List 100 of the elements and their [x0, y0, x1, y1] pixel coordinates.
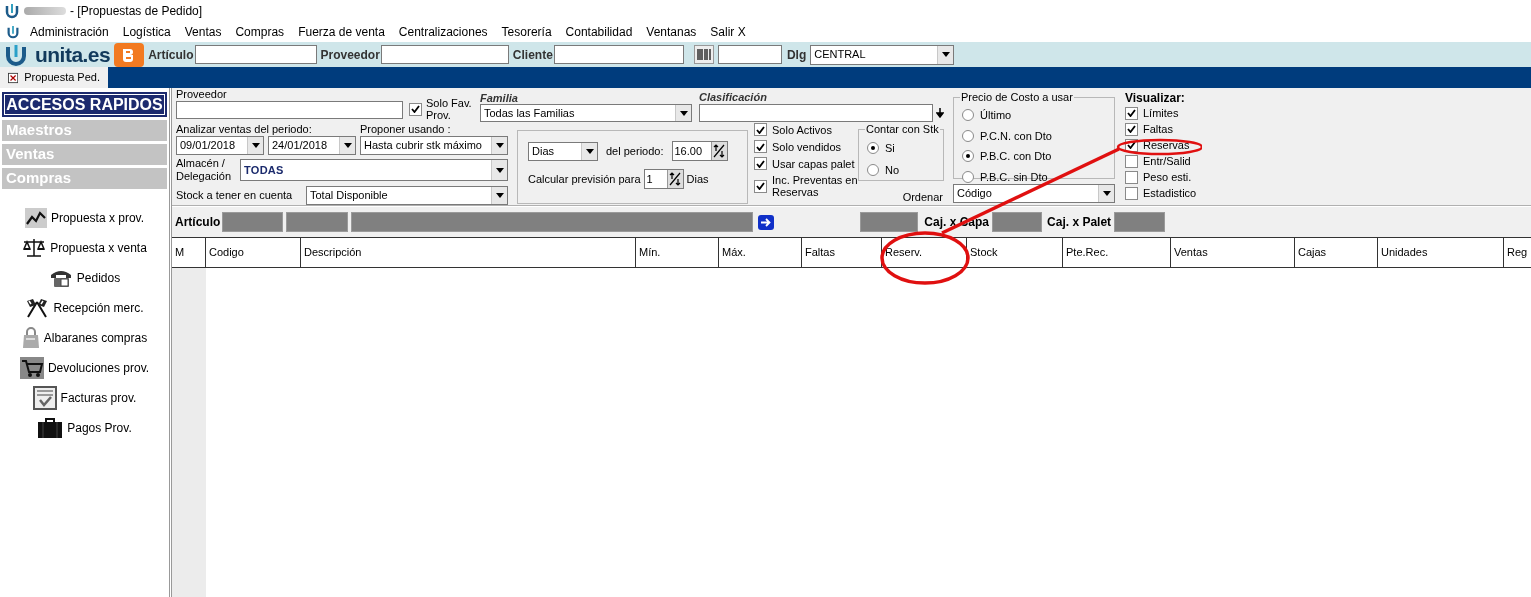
column-header[interactable]: Codigo: [206, 238, 301, 267]
column-header[interactable]: Unidades: [1378, 238, 1504, 267]
sidebar-item[interactable]: Pagos Prov.: [2, 413, 167, 443]
field-label: Clasificación: [699, 90, 768, 104]
checkbox[interactable]: [1125, 186, 1138, 200]
checkbox[interactable]: [1125, 170, 1138, 184]
input-field[interactable]: [699, 104, 933, 122]
radio-button[interactable]: [867, 142, 879, 155]
sidebar-item[interactable]: Propuesta x venta: [2, 233, 167, 263]
checkbox[interactable]: [1125, 106, 1138, 120]
menu-item[interactable]: Ventanas: [646, 23, 697, 41]
input-field[interactable]: [860, 212, 919, 232]
menu-item[interactable]: Fuerza de venta: [298, 23, 385, 41]
checkbox-label: Entr/Salid: [1143, 155, 1191, 167]
checkbox[interactable]: [754, 140, 767, 153]
menu-item[interactable]: Ventas: [184, 23, 222, 41]
spin-field[interactable]: 1: [643, 169, 684, 189]
input-field[interactable]: [553, 45, 684, 64]
radio-button[interactable]: [962, 150, 974, 163]
checkbox[interactable]: [754, 157, 767, 170]
dropdown[interactable]: Hasta cubrir stk máximo: [360, 136, 508, 155]
menu-item[interactable]: Logística: [122, 23, 171, 41]
redacted-block: [24, 7, 66, 15]
input-field[interactable]: [222, 212, 284, 232]
dropdown[interactable]: 09/01/2018: [176, 136, 264, 155]
input-field[interactable]: [286, 212, 349, 232]
column-header[interactable]: Máx.: [719, 238, 802, 267]
column-header[interactable]: Ventas: [1171, 238, 1295, 267]
field-label: Proveedor: [176, 88, 228, 101]
field-label: Dias: [686, 171, 709, 187]
dropdown[interactable]: Total Disponible: [306, 186, 508, 205]
field-label: Caj. x Palet: [1047, 214, 1112, 231]
sidebar-item[interactable]: Facturas prov.: [2, 383, 167, 413]
input-field[interactable]: [194, 45, 317, 64]
dropdown[interactable]: 24/01/2018: [268, 136, 356, 155]
column-header[interactable]: Pte.Rec.: [1063, 238, 1171, 267]
column-header[interactable]: Mín.: [636, 238, 719, 267]
menu-item[interactable]: Contabilidad: [565, 23, 633, 41]
column-header[interactable]: Descripción: [301, 238, 636, 267]
checkbox[interactable]: [754, 179, 767, 193]
field-label: del periodo:: [606, 143, 664, 159]
app-logo-icon: [6, 25, 20, 39]
input-field[interactable]: [380, 45, 509, 64]
radio-button[interactable]: [962, 109, 974, 122]
checkbox-label: Usar capas palet: [772, 157, 855, 170]
app-logo-icon: [4, 3, 20, 19]
column-header[interactable]: Stock: [967, 238, 1063, 267]
checkbox[interactable]: [1125, 154, 1138, 168]
field-label: Analizar ventas del periodo:: [176, 122, 313, 136]
checkbox[interactable]: [754, 123, 767, 136]
radio-label: No: [885, 162, 900, 178]
dropdown[interactable]: Dias: [528, 141, 598, 161]
field-label: Proveedor: [320, 46, 380, 64]
input-field[interactable]: [1114, 212, 1166, 232]
field-label: Artículo: [175, 214, 221, 231]
menu-item[interactable]: Centralizaciones: [398, 23, 488, 41]
field-label: Familia: [480, 92, 519, 104]
dropdown[interactable]: Todas las Familias: [480, 104, 692, 122]
sidebar-item[interactable]: Albaranes compras: [2, 323, 167, 353]
column-header[interactable]: Cajas: [1295, 238, 1378, 267]
arrow-right-icon[interactable]: [758, 214, 775, 230]
dropdown[interactable]: CENTRAL: [810, 44, 955, 65]
column-header[interactable]: M: [172, 238, 206, 267]
sidebar-item[interactable]: Pedidos: [2, 263, 167, 293]
radio-button[interactable]: [962, 170, 974, 183]
radio-button[interactable]: [867, 163, 879, 176]
flags-icon: [25, 298, 50, 318]
column-header[interactable]: Reserv.: [882, 238, 967, 267]
column-header[interactable]: Faltas: [802, 238, 882, 267]
input-field[interactable]: [351, 212, 754, 232]
sidebar-item[interactable]: Recepción merc.: [2, 293, 167, 323]
spin-field[interactable]: 16.00: [671, 141, 728, 161]
brand-logo: unita.es: [35, 44, 111, 65]
input-field[interactable]: [176, 101, 403, 119]
dropdown[interactable]: Código: [953, 184, 1115, 203]
column-header[interactable]: Reg: [1504, 238, 1531, 267]
down-arrow-icon[interactable]: [936, 108, 944, 118]
spin-arrows-icon: [710, 142, 727, 160]
chart-icon: [24, 208, 47, 228]
menu-item[interactable]: Administración: [30, 23, 109, 41]
radio-label: Último: [980, 108, 1012, 123]
input-field[interactable]: [992, 212, 1043, 232]
tab[interactable]: Propuesta Ped.: [0, 67, 108, 88]
radio-label: P.B.C. sin Dto: [980, 169, 1048, 185]
sidebar-title: ACCESOS RAPIDOS: [2, 92, 167, 117]
dropdown[interactable]: TODAS: [240, 159, 508, 181]
sidebar-item[interactable]: Propuesta x prov.: [2, 203, 167, 233]
radio-button[interactable]: [962, 129, 974, 142]
menu-item[interactable]: Salir X: [710, 23, 746, 41]
checkbox[interactable]: [1125, 122, 1138, 136]
input-field[interactable]: [717, 45, 782, 64]
barcode-icon: [693, 45, 714, 64]
menu-item[interactable]: Tesorería: [501, 23, 552, 41]
sidebar-item[interactable]: Devoluciones prov.: [2, 353, 167, 383]
close-icon[interactable]: [8, 71, 19, 84]
menu-item[interactable]: Compras: [235, 23, 285, 41]
radio-label: P.C.N. con Dto: [980, 128, 1052, 144]
checkbox[interactable]: [409, 102, 422, 116]
phone-icon: [48, 268, 73, 288]
group-title: Precio de Costo a usar: [960, 90, 1074, 104]
